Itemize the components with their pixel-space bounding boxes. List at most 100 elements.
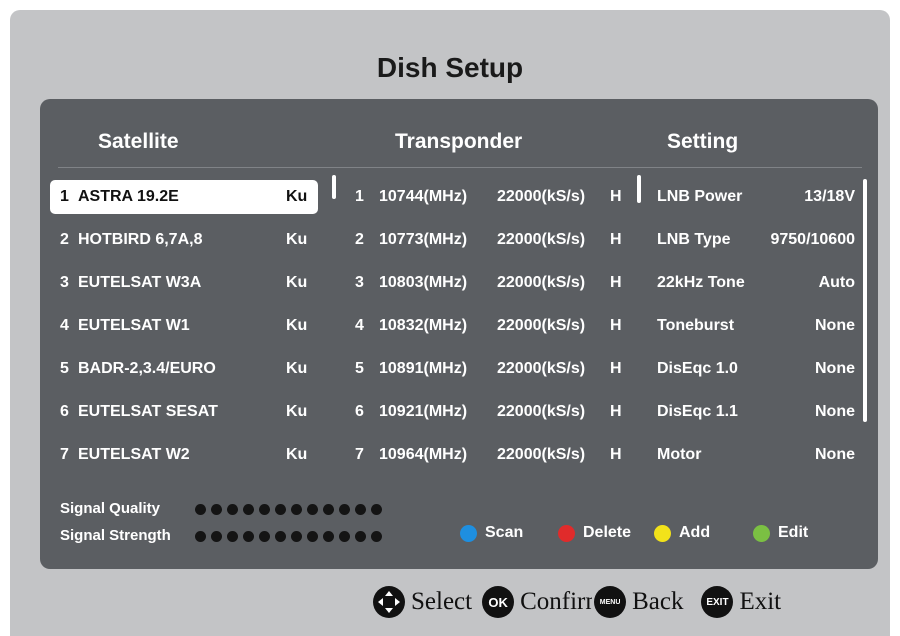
setting-label: 22kHz Tone (657, 274, 745, 291)
select-hint: Select (411, 588, 473, 615)
dish-setup-panel: Satellite Transponder Setting 1 ASTRA 19… (40, 99, 878, 569)
setting-value: Auto (818, 274, 855, 291)
setting-row-lnb-power[interactable]: LNB Power 13/18V (657, 180, 855, 214)
setting-row-lnb-type[interactable]: LNB Type 9750/10600 (657, 223, 855, 257)
transponder-symbol-rate: 22000(kS/s) (497, 274, 586, 291)
setting-row-motor[interactable]: Motor None (657, 438, 855, 472)
transponder-polarization: H (610, 274, 622, 291)
transponder-number: 6 (355, 403, 364, 420)
transponder-row[interactable]: 3 10803(MHz) 22000(kS/s) H (345, 266, 645, 300)
satellite-name: HOTBIRD 6,7A,8 (78, 231, 203, 248)
signal-quality-dot (211, 504, 222, 515)
transponder-number: 2 (355, 231, 364, 248)
setting-label: Motor (657, 446, 702, 463)
setting-row-diseqc-1-1[interactable]: DisEqc 1.1 None (657, 395, 855, 429)
signal-quality-dot (323, 504, 334, 515)
transponder-row[interactable]: 7 10964(MHz) 22000(kS/s) H (345, 438, 645, 472)
signal-quality-dot (291, 504, 302, 515)
satellite-name: EUTELSAT W1 (78, 317, 190, 334)
transponder-number: 7 (355, 446, 364, 463)
satellite-band: Ku (286, 188, 308, 205)
satellite-scrollbar[interactable] (332, 175, 336, 199)
signal-quality-label: Signal Quality (60, 500, 161, 517)
setting-scrollbar[interactable] (863, 179, 867, 422)
exit-hint: Exit (739, 588, 782, 615)
transponder-row[interactable]: 5 10891(MHz) 22000(kS/s) H (345, 352, 645, 386)
transponder-symbol-rate: 22000(kS/s) (497, 317, 586, 334)
satellite-number: 2 (60, 231, 69, 248)
transponder-number: 4 (355, 317, 364, 334)
transponder-row[interactable]: 1 10744(MHz) 22000(kS/s) H (345, 180, 645, 214)
signal-strength-dot (339, 531, 350, 542)
setting-label: LNB Power (657, 188, 743, 205)
edit-key-label: Edit (778, 524, 809, 541)
satellite-name: BADR-2,3.4/EURO (78, 360, 216, 377)
ok-button-icon[interactable]: OK (482, 586, 515, 618)
setting-row-diseqc-1-0[interactable]: DisEqc 1.0 None (657, 352, 855, 386)
transponder-polarization: H (610, 403, 622, 420)
transponder-number: 1 (355, 188, 364, 205)
satellite-row[interactable]: 5 BADR-2,3.4/EURO Ku (50, 352, 318, 386)
transponder-polarization: H (610, 446, 622, 463)
satellite-band: Ku (286, 317, 308, 334)
transponder-polarization: H (610, 317, 622, 334)
transponder-frequency: 10803(MHz) (379, 274, 468, 291)
signal-strength-dot (371, 531, 382, 542)
setting-value: 13/18V (804, 188, 855, 205)
signal-strength-dot (243, 531, 254, 542)
satellite-name: EUTELSAT SESAT (78, 403, 218, 420)
signal-quality-dot (195, 504, 206, 515)
signal-strength-dot (291, 531, 302, 542)
signal-quality-dot (259, 504, 270, 515)
satellite-band: Ku (286, 231, 308, 248)
signal-quality-meter (195, 504, 382, 515)
satellite-row[interactable]: 6 EUTELSAT SESAT Ku (50, 395, 318, 429)
satellite-row[interactable]: 4 EUTELSAT W1 Ku (50, 309, 318, 343)
setting-value: None (815, 317, 855, 334)
dish-setup-screen: Dish Setup Satellite Transponder Setting… (10, 10, 890, 636)
satellite-band: Ku (286, 360, 308, 377)
add-key[interactable]: Add (654, 524, 710, 542)
satellite-name: EUTELSAT W3A (78, 274, 202, 291)
setting-label: DisEqc 1.1 (657, 403, 738, 420)
edit-key[interactable]: Edit (753, 524, 808, 542)
signal-strength-dot (259, 531, 270, 542)
signal-strength-meter (195, 531, 382, 542)
transponder-number: 3 (355, 274, 364, 291)
signal-quality-dot (371, 504, 382, 515)
transponder-frequency: 10921(MHz) (379, 403, 468, 420)
satellite-row[interactable]: 7 EUTELSAT W2 Ku (50, 438, 318, 472)
green-button-icon (753, 524, 770, 542)
setting-label: DisEqc 1.0 (657, 360, 738, 377)
setting-value: None (815, 360, 855, 377)
satellite-band: Ku (286, 403, 308, 420)
transponder-symbol-rate: 22000(kS/s) (497, 360, 586, 377)
setting-row-toneburst[interactable]: Toneburst None (657, 309, 855, 343)
transponder-symbol-rate: 22000(kS/s) (497, 403, 586, 420)
satellite-name: ASTRA 19.2E (78, 188, 179, 205)
page-title: Dish Setup (376, 52, 524, 83)
satellite-band: Ku (286, 274, 308, 291)
transponder-symbol-rate: 22000(kS/s) (497, 231, 586, 248)
exit-button-icon[interactable]: EXIT (701, 586, 734, 618)
menu-button-icon[interactable]: MENU (594, 586, 627, 618)
scan-key[interactable]: Scan (460, 524, 523, 542)
transponder-frequency: 10744(MHz) (379, 188, 468, 205)
satellite-row[interactable]: 2 HOTBIRD 6,7A,8 Ku (50, 223, 318, 257)
transponder-number: 5 (355, 360, 364, 377)
signal-quality-dot (339, 504, 350, 515)
transponder-symbol-rate: 22000(kS/s) (497, 446, 586, 463)
signal-strength-dot (211, 531, 222, 542)
satellite-number: 4 (60, 317, 69, 334)
satellite-row[interactable]: 1 ASTRA 19.2E Ku (50, 180, 318, 214)
delete-key[interactable]: Delete (558, 524, 631, 542)
transponder-symbol-rate: 22000(kS/s) (497, 188, 586, 205)
transponder-row[interactable]: 4 10832(MHz) 22000(kS/s) H (345, 309, 645, 343)
signal-strength-dot (195, 531, 206, 542)
transponder-polarization: H (610, 231, 622, 248)
transponder-row[interactable]: 6 10921(MHz) 22000(kS/s) H (345, 395, 645, 429)
satellite-row[interactable]: 3 EUTELSAT W3A Ku (50, 266, 318, 300)
transponder-polarization: H (610, 360, 622, 377)
setting-row-22khz-tone[interactable]: 22kHz Tone Auto (657, 266, 855, 300)
transponder-row[interactable]: 2 10773(MHz) 22000(kS/s) H (345, 223, 645, 257)
